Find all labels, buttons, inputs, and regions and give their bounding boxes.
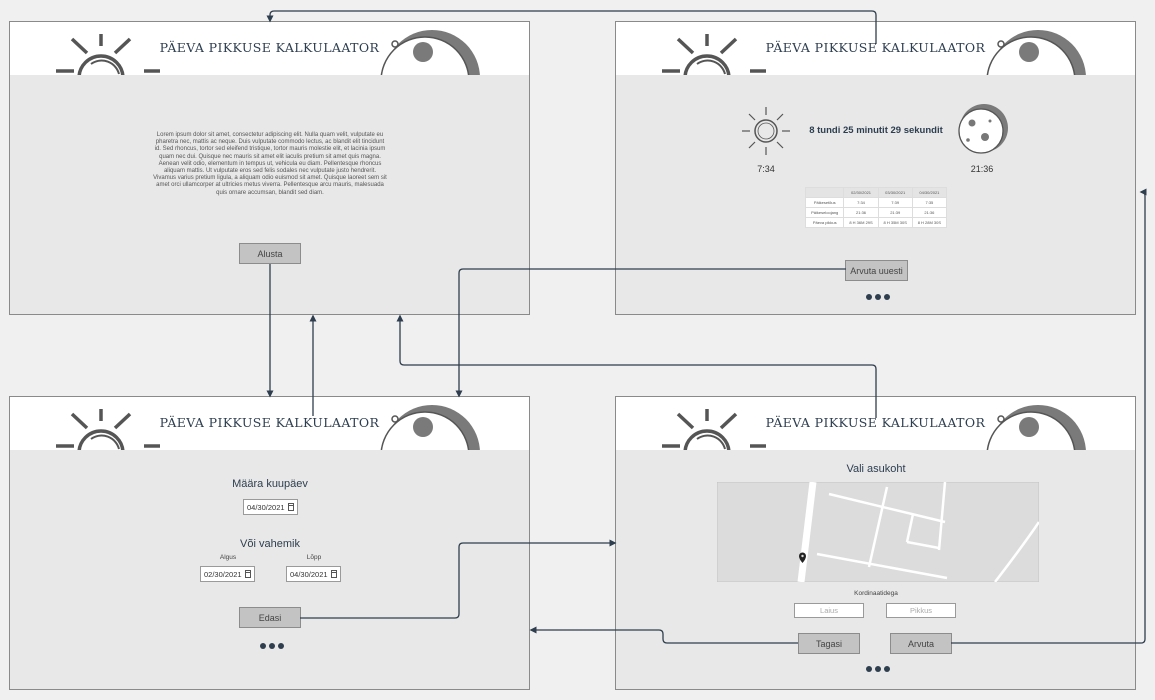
app-header: PÄEVA PIKKUSE KALKULAATOR — [616, 22, 1135, 78]
next-button[interactable]: Edasi — [239, 607, 301, 628]
table-cell: 7:35 — [911, 197, 948, 208]
page-dot[interactable] — [866, 666, 872, 672]
page-dot[interactable] — [269, 643, 275, 649]
start-label: Algus — [219, 554, 237, 561]
table-header-row: 02/30/2021 03/30/2021 04/30/2021 — [804, 187, 948, 198]
moon-icon — [380, 405, 480, 453]
table-cell: Päeva pikkus — [804, 217, 845, 228]
coords-label: Kordinaatidega — [854, 590, 898, 597]
calendar-icon[interactable] — [331, 570, 337, 578]
date-screen: PÄEVA PIKKUSE KALKULAATOR Määra kuupäev … — [9, 396, 530, 690]
table-cell: 21:39 — [877, 207, 913, 218]
table-header-cell: 03/30/2021 — [877, 187, 913, 198]
sunrise-time: 7:34 — [757, 164, 775, 174]
date-field[interactable]: 04/30/2021 — [243, 499, 298, 515]
date-content: Määra kuupäev 04/30/2021 Või vahemik Alg… — [10, 450, 529, 689]
end-date-value: 04/30/2021 — [290, 569, 328, 579]
page-dot[interactable] — [884, 666, 890, 672]
table-cell: 8 H 36M 29S — [843, 217, 879, 228]
table-cell: Päikesetõus — [804, 197, 845, 208]
table-header-cell: 04/30/2021 — [911, 187, 948, 198]
end-label: Lõpp — [306, 554, 322, 561]
longitude-input[interactable]: Pikkus — [886, 603, 956, 618]
table-cell: 21:36 — [843, 207, 879, 218]
start-date-value: 02/30/2021 — [204, 569, 242, 579]
location-screen: PÄEVA PIKKUSE KALKULAATOR Vali asukoht K… — [615, 396, 1136, 690]
table-cell: 21:36 — [911, 207, 948, 218]
calendar-icon[interactable] — [288, 503, 294, 511]
end-date-field[interactable]: 04/30/2021 — [286, 566, 341, 582]
map-view[interactable] — [717, 482, 1039, 582]
day-length: 8 tundi 25 minutit 29 sekundit — [809, 125, 943, 136]
pagination-dots[interactable] — [866, 666, 890, 672]
table-cell: 7:34 — [843, 197, 879, 208]
table-cell: 8 H 28M 30S — [911, 217, 948, 228]
app-header: PÄEVA PIKKUSE KALKULAATOR — [616, 397, 1135, 453]
table-row: Päikeseloojang 21:36 21:39 21:36 — [804, 207, 948, 218]
page-dot[interactable] — [875, 294, 881, 300]
moon-icon — [986, 30, 1086, 78]
result-content: 7:34 8 tundi 25 minutit 29 sekundit 21:3… — [616, 75, 1135, 314]
date-heading: Määra kuupäev — [232, 478, 308, 490]
table-header-cell: 02/30/2021 — [843, 187, 879, 198]
sun-icon — [742, 107, 790, 155]
moon-icon — [380, 30, 480, 78]
location-heading: Vali asukoht — [846, 463, 906, 475]
table-header-cell — [804, 187, 845, 198]
start-button[interactable]: Alusta — [239, 243, 301, 264]
page-dot[interactable] — [884, 294, 890, 300]
table-cell: Päikeseloojang — [804, 207, 845, 218]
sunset-time: 21:36 — [970, 164, 994, 174]
recalc-button[interactable]: Arvuta uuesti — [845, 260, 908, 281]
location-content: Vali asukoht Kordinaatidega Laius Pikkus… — [616, 450, 1135, 689]
calculate-button[interactable]: Arvuta — [890, 633, 952, 654]
intro-text: Lorem ipsum dolor sit amet, consectetur … — [153, 132, 387, 196]
pagination-dots[interactable] — [260, 643, 284, 649]
date-value: 04/30/2021 — [247, 502, 285, 512]
table-row: Päeva pikkus 8 H 36M 29S 8 H 35M 30S 8 H… — [804, 217, 948, 228]
start-screen: PÄEVA PIKKUSE KALKULAATOR Lorem ipsum do… — [9, 21, 530, 315]
moon-icon — [986, 405, 1086, 453]
page-dot[interactable] — [866, 294, 872, 300]
calendar-icon[interactable] — [245, 570, 251, 578]
page-dot[interactable] — [278, 643, 284, 649]
page-dot[interactable] — [875, 666, 881, 672]
start-date-field[interactable]: 02/30/2021 — [200, 566, 255, 582]
app-header: PÄEVA PIKKUSE KALKULAATOR — [10, 397, 529, 453]
start-content: Lorem ipsum dolor sit amet, consectetur … — [10, 75, 529, 314]
result-table: 02/30/2021 03/30/2021 04/30/2021 Päikese… — [804, 187, 948, 228]
moon-icon — [958, 104, 1008, 154]
back-button[interactable]: Tagasi — [798, 633, 860, 654]
pagination-dots[interactable] — [866, 294, 890, 300]
page-dot[interactable] — [260, 643, 266, 649]
table-cell: 8 H 35M 30S — [877, 217, 913, 228]
table-row: Päikesetõus 7:34 7:39 7:35 — [804, 197, 948, 208]
result-screen: PÄEVA PIKKUSE KALKULAATOR 7:34 8 tundi 2… — [615, 21, 1136, 315]
table-cell: 7:39 — [877, 197, 913, 208]
latitude-input[interactable]: Laius — [794, 603, 864, 618]
app-header: PÄEVA PIKKUSE KALKULAATOR — [10, 22, 529, 78]
range-heading: Või vahemik — [240, 538, 300, 550]
